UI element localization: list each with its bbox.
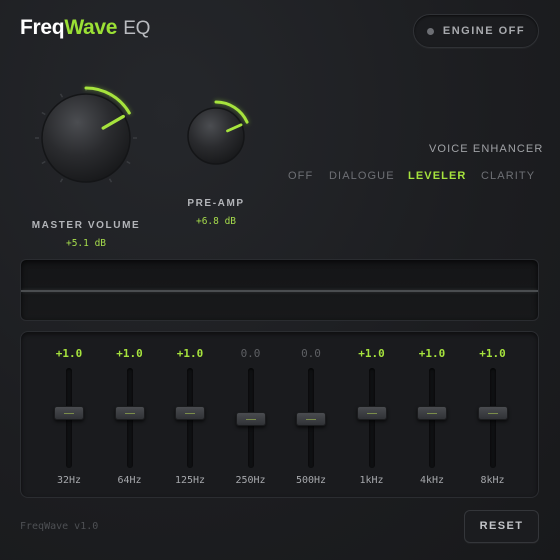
spectrum-analyzer — [20, 259, 539, 321]
grip-icon — [427, 413, 437, 414]
eq-band-gain: +1.0 — [55, 347, 83, 360]
pre-amp-label: PRE-AMP — [187, 198, 245, 209]
eq-band-slider-handle[interactable] — [356, 406, 387, 420]
voice-mode-leveler[interactable]: LEVELER — [408, 170, 466, 182]
master-volume-value: +5.1 dB — [65, 238, 107, 249]
eq-band-gain: +1.0 — [479, 347, 506, 360]
voice-mode-clarity[interactable]: CLARITY — [481, 170, 535, 182]
eq-band-slider-handle[interactable] — [235, 412, 266, 426]
brand-eq: EQ — [123, 18, 151, 39]
pre-amp-knob[interactable] — [176, 96, 256, 176]
eq-band: +1.0 125Hz — [160, 332, 220, 499]
eq-band: +1.0 64Hz — [100, 332, 160, 499]
brand-freq: Freq — [20, 16, 65, 39]
app-title: FreqWave EQ — [20, 16, 150, 40]
reset-button[interactable]: RESET — [464, 510, 539, 543]
brand-wave: Wave — [64, 16, 118, 39]
voice-enhancer-title: VOICE ENHANCER — [429, 143, 544, 155]
eq-band-frequency: 4kHz — [419, 475, 445, 486]
master-volume-knob[interactable] — [26, 78, 146, 198]
voice-mode-off[interactable]: OFF — [288, 170, 313, 182]
eq-band-frequency: 125Hz — [174, 475, 206, 486]
engine-status-dot-icon — [426, 27, 434, 35]
eq-band: +1.0 8kHz — [463, 332, 523, 499]
grip-icon — [245, 419, 256, 420]
eq-band-gain: +1.0 — [176, 347, 204, 360]
eq-band-gain: +1.0 — [116, 347, 143, 360]
engine-label: ENGINE OFF — [442, 25, 526, 37]
master-volume-label: MASTER VOLUME — [31, 220, 141, 231]
eq-band: 0.0 500Hz — [281, 332, 341, 499]
grip-icon — [366, 413, 377, 414]
grip-icon — [124, 413, 135, 414]
eq-band-gain: 0.0 — [240, 347, 261, 360]
eq-band-frequency: 32Hz — [56, 475, 82, 486]
grip-icon — [64, 413, 74, 414]
eq-band: +1.0 32Hz — [39, 332, 99, 499]
eq-band-frequency: 250Hz — [235, 475, 266, 486]
engine-toggle-button[interactable]: ENGINE OFF — [413, 14, 539, 48]
pre-amp-value: +6.8 dB — [195, 216, 237, 227]
eq-band-slider-handle[interactable] — [114, 406, 145, 420]
knob-tick-mark — [59, 178, 64, 183]
knob-tick-mark — [108, 178, 113, 183]
analyzer-flat-line — [21, 290, 538, 292]
eq-band-gain: +1.0 — [418, 347, 446, 360]
knob-tick-mark — [59, 93, 64, 98]
eq-band-gain: 0.0 — [301, 347, 321, 360]
grip-icon — [185, 413, 195, 414]
eq-band: 0.0 250Hz — [221, 332, 281, 499]
eq-band-frequency: 64Hz — [117, 475, 142, 486]
eq-band: +1.0 1kHz — [342, 332, 402, 499]
eq-band-frequency: 500Hz — [295, 475, 327, 486]
knob-tick-mark — [41, 111, 46, 116]
eq-band-slider-handle[interactable] — [296, 412, 326, 426]
voice-mode-dialogue[interactable]: DIALOGUE — [329, 170, 395, 182]
eq-band-slider-handle[interactable] — [477, 406, 508, 420]
grip-icon — [487, 413, 498, 414]
grip-icon — [306, 419, 316, 420]
eq-band-slider-handle[interactable] — [417, 406, 447, 420]
knob-tick-mark — [41, 160, 46, 165]
knob-tick-mark — [126, 160, 131, 165]
eq-band-slider-handle[interactable] — [175, 406, 205, 420]
eq-band-frequency: 8kHz — [480, 475, 505, 486]
eq-panel: +1.0 32Hz +1.0 64Hz +1.0 125Hz 0.0 250Hz… — [20, 331, 539, 498]
eq-band-gain: +1.0 — [358, 347, 385, 360]
app-window: FreqWave EQ ENGINE OFF MASTER VOLUME +5.1… — [0, 0, 560, 560]
eq-band-frequency: 1kHz — [359, 475, 384, 486]
version-label: FreqWave v1.0 — [20, 521, 99, 532]
voice-enhancer-modes: OFF DIALOGUE LEVELER CLARITY — [288, 170, 538, 184]
eq-band-slider-handle[interactable] — [54, 406, 84, 420]
eq-band: +1.0 4kHz — [402, 332, 462, 499]
